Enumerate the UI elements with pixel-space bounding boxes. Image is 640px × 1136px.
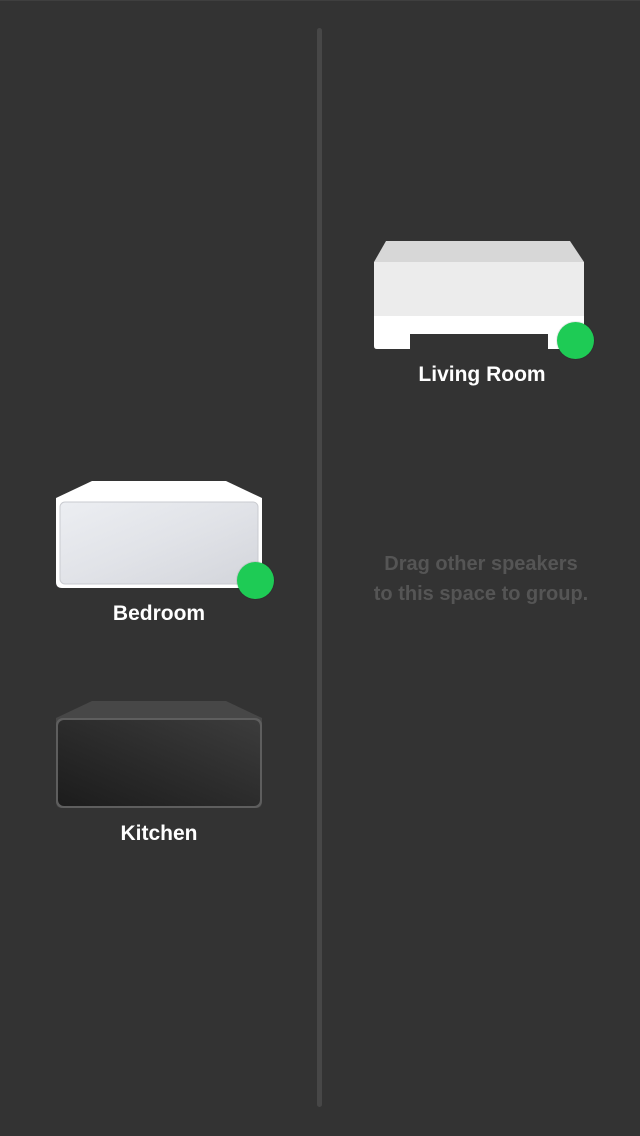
speaker-label-living-room: Living Room [418, 363, 546, 386]
speaker-white-icon [56, 481, 262, 588]
speaker-label-bedroom: Bedroom [112, 602, 206, 625]
hint-line-2: to this space to group. [373, 583, 589, 605]
speaker-kitchen[interactable]: Kitchen [52, 698, 266, 848]
top-border [0, 0, 640, 1]
speaker-bedroom[interactable]: Bedroom [52, 478, 274, 628]
hint-line-1: Drag other speakers [384, 553, 578, 575]
connected-status-dot [557, 322, 594, 359]
bridge-device-icon [374, 241, 584, 349]
group-drop-hint: Drag other speakers to this space to gro… [322, 549, 640, 609]
speaker-label-kitchen: Kitchen [120, 822, 198, 845]
speaker-living-room[interactable]: Living Room [372, 238, 594, 390]
connected-status-dot [237, 562, 274, 599]
speaker-black-icon [56, 701, 262, 808]
